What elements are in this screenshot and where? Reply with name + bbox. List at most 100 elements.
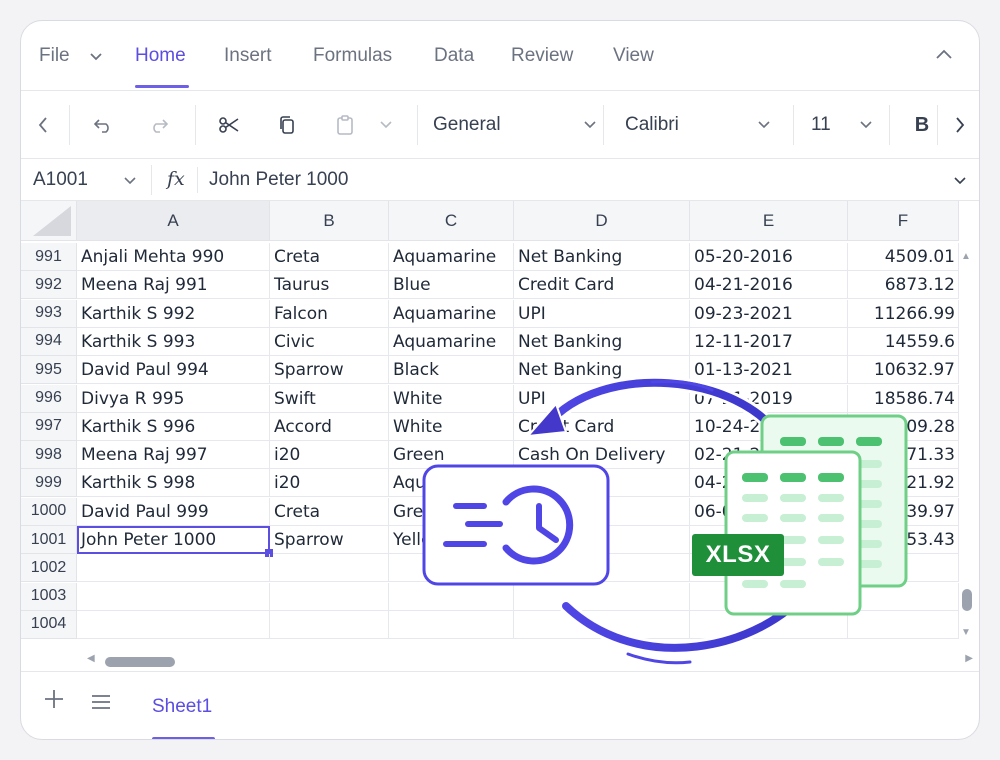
scroll-up-icon[interactable]: ▲ bbox=[961, 251, 971, 262]
cell-e-993[interactable]: 09-23-2021 bbox=[690, 299, 848, 328]
scroll-down-icon[interactable]: ▼ bbox=[961, 627, 971, 638]
cell-d-991[interactable]: Net Banking bbox=[514, 243, 690, 271]
cell-b-997[interactable]: Accord bbox=[270, 412, 389, 441]
font-size-dropdown[interactable]: 11 bbox=[811, 91, 873, 159]
cell-a-994[interactable]: Karthik S 993 bbox=[77, 327, 270, 356]
cell-b-995[interactable]: Sparrow bbox=[270, 356, 389, 385]
cell-c-991[interactable]: Aquamarine bbox=[389, 243, 514, 271]
cell-c-995[interactable]: Black bbox=[389, 356, 514, 385]
cell-f-994[interactable]: 14559.6 bbox=[848, 327, 959, 356]
cell-b-992[interactable]: Taurus bbox=[270, 271, 389, 300]
cell-e-1000[interactable]: 06-0 bbox=[690, 497, 848, 526]
cell-c-997[interactable]: White bbox=[389, 412, 514, 441]
chevron-down-icon[interactable] bbox=[123, 173, 137, 191]
cell-d-1003[interactable] bbox=[514, 582, 690, 611]
cell-c-1000[interactable]: Gre bbox=[389, 497, 514, 526]
cell-f-1001[interactable]: 953.43 bbox=[848, 526, 959, 554]
cell-b-993[interactable]: Falcon bbox=[270, 299, 389, 328]
cell-b-994[interactable]: Civic bbox=[270, 327, 389, 356]
cell-d-1001[interactable]: Delivery bbox=[514, 526, 690, 554]
undo-icon[interactable] bbox=[85, 91, 121, 159]
vertical-scrollbar-thumb[interactable] bbox=[962, 589, 972, 611]
row-header[interactable]: 1001 bbox=[21, 526, 77, 554]
row-header[interactable]: 1003 bbox=[21, 582, 77, 611]
cell-a-997[interactable]: Karthik S 996 bbox=[77, 412, 270, 441]
horizontal-scrollbar-thumb[interactable] bbox=[105, 657, 175, 667]
cell-e-991[interactable]: 05-20-2016 bbox=[690, 243, 848, 271]
cell-b-1002[interactable] bbox=[270, 554, 389, 583]
cell-f-992[interactable]: 6873.12 bbox=[848, 271, 959, 300]
cell-e-1003[interactable] bbox=[690, 582, 848, 611]
cell-f-995[interactable]: 10632.97 bbox=[848, 356, 959, 385]
cell-a-1002[interactable] bbox=[77, 554, 270, 583]
cell-f-993[interactable]: 11266.99 bbox=[848, 299, 959, 328]
cell-a-993[interactable]: Karthik S 992 bbox=[77, 299, 270, 328]
tab-view[interactable]: View bbox=[613, 45, 654, 67]
add-sheet-icon[interactable] bbox=[43, 686, 65, 717]
cell-d-994[interactable]: Net Banking bbox=[514, 327, 690, 356]
cell-b-999[interactable]: i20 bbox=[270, 469, 389, 498]
cell-d-992[interactable]: Credit Card bbox=[514, 271, 690, 300]
cell-f-1003[interactable] bbox=[848, 582, 959, 611]
tab-data[interactable]: Data bbox=[434, 45, 474, 67]
cell-f-1002[interactable] bbox=[848, 554, 959, 583]
cell-e-995[interactable]: 01-13-2021 bbox=[690, 356, 848, 385]
cell-a-999[interactable]: Karthik S 998 bbox=[77, 469, 270, 498]
horizontal-scrollbar[interactable]: ◀ ▶ bbox=[77, 651, 979, 671]
cell-f-998[interactable]: 1671.33 bbox=[848, 441, 959, 470]
cell-f-996[interactable]: 18586.74 bbox=[848, 384, 959, 413]
cell-a-1004[interactable] bbox=[77, 610, 270, 639]
cell-f-991[interactable]: 4509.01 bbox=[848, 243, 959, 271]
cell-a-991[interactable]: Anjali Mehta 990 bbox=[77, 243, 270, 271]
cell-c-999[interactable]: Aqua bbox=[389, 469, 514, 498]
chevron-down-icon[interactable] bbox=[89, 49, 103, 65]
chevron-down-icon[interactable] bbox=[953, 173, 967, 191]
row-header[interactable]: 998 bbox=[21, 441, 77, 470]
cell-f-1004[interactable] bbox=[848, 610, 959, 639]
cell-e-998[interactable]: 02-21-2018 bbox=[690, 441, 848, 470]
cell-f-997[interactable]: 4909.28 bbox=[848, 412, 959, 441]
bold-button[interactable]: B bbox=[907, 91, 937, 159]
cell-a-998[interactable]: Meena Raj 997 bbox=[77, 441, 270, 470]
cell-d-993[interactable]: UPI bbox=[514, 299, 690, 328]
row-header[interactable]: 995 bbox=[21, 356, 77, 385]
cell-c-993[interactable]: Aquamarine bbox=[389, 299, 514, 328]
row-header[interactable]: 999 bbox=[21, 469, 77, 498]
cell-e-994[interactable]: 12-11-2017 bbox=[690, 327, 848, 356]
paste-icon[interactable] bbox=[327, 91, 363, 159]
row-header[interactable]: 997 bbox=[21, 412, 77, 441]
scroll-left-icon[interactable]: ◀ bbox=[87, 653, 95, 664]
formula-input[interactable]: John Peter 1000 bbox=[209, 169, 348, 191]
row-header[interactable]: 1002 bbox=[21, 554, 77, 583]
cell-d-1002[interactable] bbox=[514, 554, 690, 583]
font-name-dropdown[interactable]: Calibri bbox=[625, 91, 777, 159]
row-header[interactable]: 1004 bbox=[21, 610, 77, 639]
chevron-left-icon[interactable] bbox=[25, 91, 61, 159]
file-menu[interactable]: File bbox=[39, 45, 70, 67]
cell-e-996[interactable]: 07-21-2019 bbox=[690, 384, 848, 413]
cell-d-997[interactable]: Credit Card bbox=[514, 412, 690, 441]
chevron-up-icon[interactable] bbox=[935, 47, 953, 63]
row-header[interactable]: 992 bbox=[21, 271, 77, 300]
tab-review[interactable]: Review bbox=[511, 45, 573, 67]
cell-e-992[interactable]: 04-21-2016 bbox=[690, 271, 848, 300]
cell-d-998[interactable]: Cash On Delivery bbox=[514, 441, 690, 470]
tab-formulas[interactable]: Formulas bbox=[313, 45, 392, 67]
cell-c-1003[interactable] bbox=[389, 582, 514, 611]
cell-e-999[interactable]: 04-2 bbox=[690, 469, 848, 498]
cell-c-1001[interactable]: Yello bbox=[389, 526, 514, 554]
cell-f-999[interactable]: 921.92 bbox=[848, 469, 959, 498]
cell-a-1000[interactable]: David Paul 999 bbox=[77, 497, 270, 526]
name-box[interactable]: A1001 bbox=[33, 169, 88, 191]
row-header[interactable]: 996 bbox=[21, 384, 77, 413]
cell-d-1000[interactable]: g bbox=[514, 497, 690, 526]
cell-b-991[interactable]: Creta bbox=[270, 243, 389, 271]
cell-a-1003[interactable] bbox=[77, 582, 270, 611]
cell-d-1004[interactable] bbox=[514, 610, 690, 639]
row-header[interactable]: 994 bbox=[21, 327, 77, 356]
row-header[interactable]: 1000 bbox=[21, 497, 77, 526]
cut-icon[interactable] bbox=[211, 91, 247, 159]
cell-b-998[interactable]: i20 bbox=[270, 441, 389, 470]
scroll-right-icon[interactable]: ▶ bbox=[965, 653, 973, 664]
cell-b-1001[interactable]: Sparrow bbox=[270, 526, 389, 554]
